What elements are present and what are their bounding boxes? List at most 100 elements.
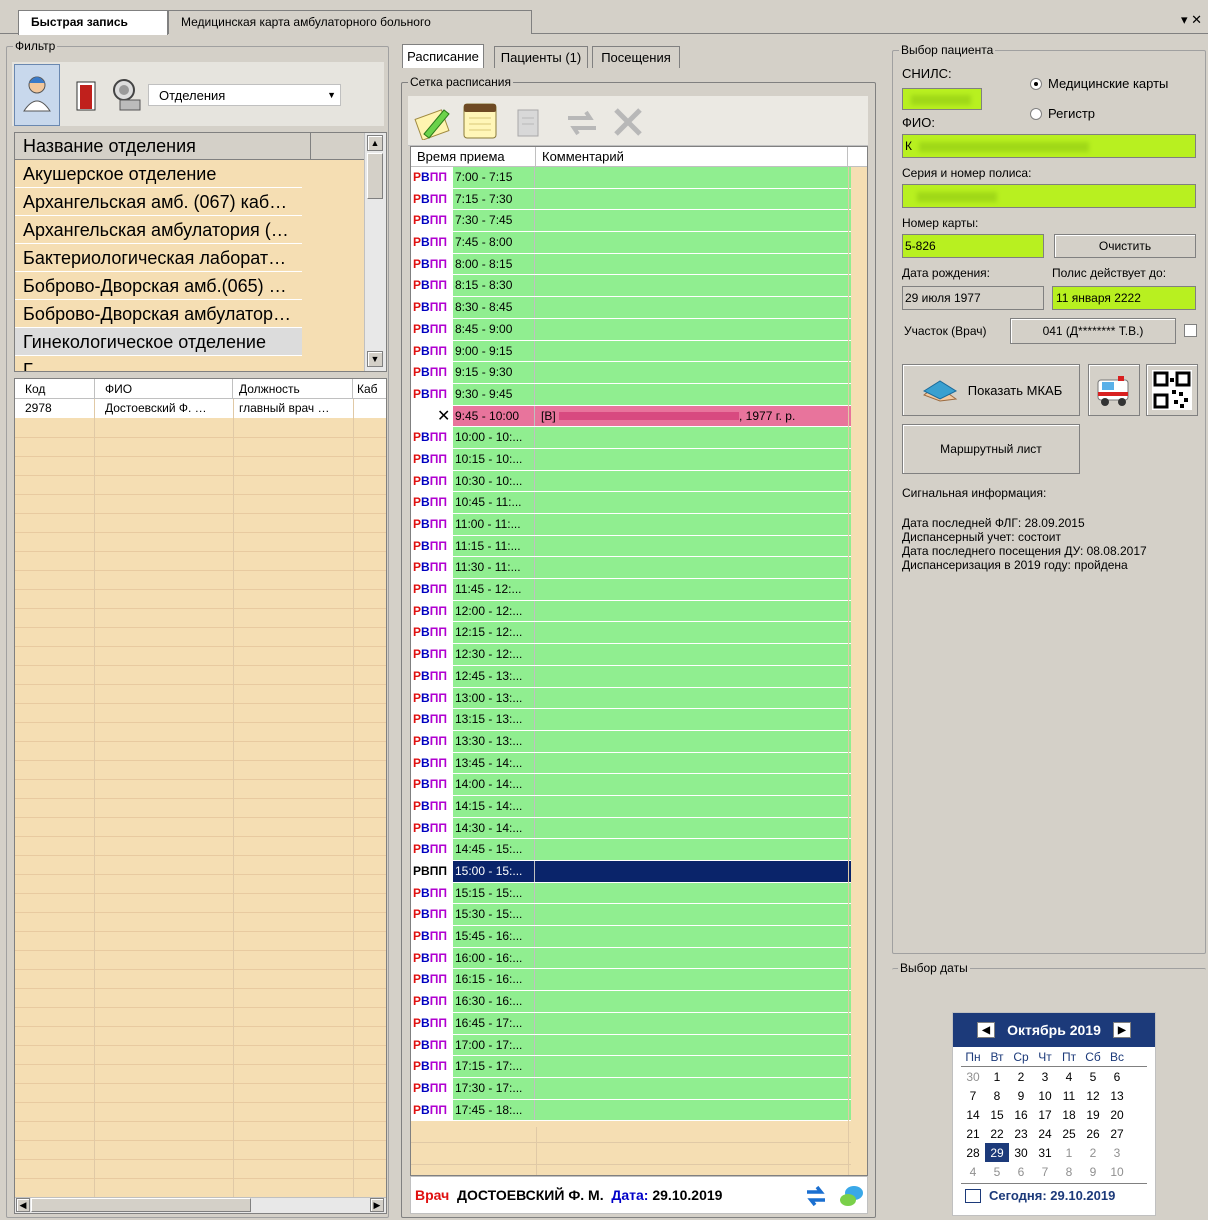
policy-field[interactable] xyxy=(902,184,1196,208)
calendar-day[interactable]: 5 xyxy=(985,1162,1009,1181)
scroll-right-icon[interactable]: ▶ xyxy=(370,1198,384,1212)
schedule-slot-row[interactable]: РВПП 14:45 - 15:... xyxy=(411,839,851,861)
calendar-day[interactable]: 6 xyxy=(1105,1067,1129,1086)
calendar-day[interactable]: 12 xyxy=(1081,1086,1105,1105)
notepad-icon[interactable] xyxy=(460,102,500,140)
calendar-day[interactable]: 4 xyxy=(961,1162,985,1181)
calendar-day[interactable]: 2 xyxy=(1009,1067,1033,1086)
calendar-day[interactable]: 1 xyxy=(985,1067,1009,1086)
calendar-day[interactable]: 8 xyxy=(1057,1162,1081,1181)
table-row[interactable]: 2978 Достоевский Ф. … главный врач … xyxy=(15,399,386,418)
calendar-day[interactable]: 1 xyxy=(1057,1143,1081,1162)
calendar-day[interactable]: 27 xyxy=(1105,1124,1129,1143)
schedule-slot-row[interactable]: РВПП 8:00 - 8:15 xyxy=(411,253,851,276)
route-sheet-button[interactable]: Маршрутный лист xyxy=(902,424,1080,474)
calendar-day[interactable]: 31 xyxy=(1033,1143,1057,1162)
schedule-slot-row[interactable]: РВПП 9:00 - 9:15 xyxy=(411,340,851,363)
schedule-slot-row[interactable]: РВПП 11:45 - 12:... xyxy=(411,579,851,601)
calendar-day[interactable]: 8 xyxy=(985,1086,1009,1105)
schedule-slot-row[interactable]: РВПП 8:45 - 9:00 xyxy=(411,318,851,341)
fio-column-header[interactable]: ФИО xyxy=(95,379,233,398)
doctor-filter-button[interactable] xyxy=(14,64,60,126)
calendar-day[interactable]: 2 xyxy=(1081,1143,1105,1162)
code-column-header[interactable]: Код xyxy=(15,379,95,398)
schedule-slot-row[interactable]: РВПП 13:45 - 14:... xyxy=(411,752,851,775)
schedule-slot-row[interactable]: РВПП 16:00 - 16:... xyxy=(411,947,851,970)
cancel-x-icon[interactable]: ✕ xyxy=(437,408,450,425)
tab-medical-card[interactable]: Медицинская карта амбулаторного больного xyxy=(168,10,532,34)
schedule-slot-row[interactable]: РВПП 9:30 - 9:45 xyxy=(411,383,851,406)
schedule-slot-row[interactable]: РВПП 15:30 - 15:... xyxy=(411,904,851,927)
scroll-left-icon[interactable]: ◀ xyxy=(16,1198,30,1212)
schedule-slot-row[interactable]: РВПП 14:30 - 14:... xyxy=(411,817,851,840)
calendar-day[interactable]: 11 xyxy=(1057,1086,1081,1105)
calendar-today[interactable]: Сегодня: 29.10.2019 xyxy=(953,1188,1155,1203)
calendar-day[interactable]: 21 xyxy=(961,1124,985,1143)
tab-patients[interactable]: Пациенты (1) xyxy=(494,46,588,68)
schedule-slot-row[interactable]: РВПП 15:15 - 15:... xyxy=(411,882,851,905)
filter-type-select[interactable]: Отделения ▼ xyxy=(148,84,341,106)
dept-row-selected[interactable]: Гинекологическое отделение xyxy=(15,328,302,356)
staff-h-scrollbar[interactable]: ◀ ▶ xyxy=(15,1197,386,1213)
calendar-day[interactable]: 3 xyxy=(1105,1143,1129,1162)
calendar-day[interactable]: 7 xyxy=(961,1086,985,1105)
comment-column-header[interactable]: Комментарий xyxy=(536,147,848,166)
delete-disabled-icon[interactable] xyxy=(608,104,648,140)
schedule-slot-row[interactable]: РВПП 16:45 - 17:... xyxy=(411,1012,851,1035)
tab-close-icon[interactable]: ▾ ✕ xyxy=(1181,12,1202,28)
schedule-slot-row[interactable]: РВПП 17:00 - 17:... xyxy=(411,1034,851,1057)
dept-row[interactable]: Бактериологическая лаборат… xyxy=(15,244,302,272)
calendar-day[interactable]: 30 xyxy=(961,1067,985,1086)
district-checkbox[interactable] xyxy=(1184,324,1197,337)
schedule-slot-row[interactable]: РВПП 15:45 - 16:... xyxy=(411,926,851,948)
schedule-slot-row[interactable]: РВПП 17:45 - 18:... xyxy=(411,1099,851,1122)
schedule-slot-row[interactable]: РВПП 17:15 - 17:... xyxy=(411,1056,851,1078)
schedule-slot-row[interactable]: РВПП 14:15 - 14:... xyxy=(411,795,851,818)
dept-scrollbar[interactable]: ▲ ▼ xyxy=(364,133,386,371)
fio-field[interactable]: К xyxy=(902,134,1196,158)
dob-field[interactable]: 29 июля 1977 xyxy=(902,286,1044,310)
dept-row[interactable]: Архангельская амбулатория (… xyxy=(15,216,302,244)
calendar-day[interactable]: 13 xyxy=(1105,1086,1129,1105)
calendar-day[interactable]: 10 xyxy=(1105,1162,1129,1181)
exit-door-icon[interactable] xyxy=(72,80,100,112)
schedule-slot-row[interactable]: РВПП 13:00 - 13:... xyxy=(411,687,851,710)
calendar-day[interactable]: 28 xyxy=(961,1143,985,1162)
district-doctor-button[interactable]: 041 (Д******** Т.В.) xyxy=(1010,318,1176,344)
schedule-slot-row[interactable]: РВПП 9:15 - 9:30 xyxy=(411,362,851,384)
calendar-day[interactable]: 30 xyxy=(1009,1143,1033,1162)
calendar-day[interactable]: 16 xyxy=(1009,1105,1033,1124)
schedule-slot-row[interactable]: РВПП 14:00 - 14:... xyxy=(411,774,851,796)
tab-visits[interactable]: Посещения xyxy=(592,46,680,68)
calendar-day[interactable]: 9 xyxy=(1009,1086,1033,1105)
scroll-up-icon[interactable]: ▲ xyxy=(367,135,383,151)
calendar-day[interactable]: 22 xyxy=(985,1124,1009,1143)
policy-until-field[interactable]: 11 января 2222 xyxy=(1052,286,1196,310)
swap-disabled-icon[interactable] xyxy=(562,106,602,140)
refresh-icon[interactable] xyxy=(803,1184,829,1208)
calendar-day[interactable]: 17 xyxy=(1033,1105,1057,1124)
calendar-day[interactable]: 5 xyxy=(1081,1067,1105,1086)
schedule-slot-row[interactable]: РВПП 10:45 - 11:... xyxy=(411,492,851,514)
calendar-day[interactable]: 29 xyxy=(985,1143,1009,1162)
calendar-day[interactable]: 4 xyxy=(1057,1067,1081,1086)
calendar-day[interactable]: 3 xyxy=(1033,1067,1057,1086)
calendar-day[interactable]: 18 xyxy=(1057,1105,1081,1124)
schedule-slot-row[interactable]: РВПП 17:30 - 17:... xyxy=(411,1077,851,1100)
position-column-header[interactable]: Должность xyxy=(233,379,353,398)
schedule-slot-row[interactable]: РВПП 12:15 - 12:... xyxy=(411,622,851,645)
schedule-slot-row[interactable]: РВПП 15:00 - 15:... xyxy=(411,861,851,883)
dept-name-column-header[interactable]: Название отделения xyxy=(15,133,311,159)
chat-bubble-icon[interactable] xyxy=(839,1183,865,1209)
next-month-icon[interactable]: ▶ xyxy=(1112,1022,1131,1038)
radio-medical-cards[interactable]: Медицинские карты xyxy=(1030,76,1168,91)
calendar-day[interactable]: 14 xyxy=(961,1105,985,1124)
dept-row[interactable]: Боброво-Дворская амб.(065) … xyxy=(15,272,302,300)
schedule-slot-row[interactable]: РВПП 7:00 - 7:15 xyxy=(411,167,851,189)
calendar-day[interactable]: 23 xyxy=(1009,1124,1033,1143)
tab-quick-booking[interactable]: Быстрая запись xyxy=(18,10,168,35)
schedule-slot-row[interactable]: РВПП 12:30 - 12:... xyxy=(411,644,851,666)
calendar-day[interactable]: 7 xyxy=(1033,1162,1057,1181)
snils-field[interactable] xyxy=(902,88,982,110)
calendar-day[interactable]: 9 xyxy=(1081,1162,1105,1181)
